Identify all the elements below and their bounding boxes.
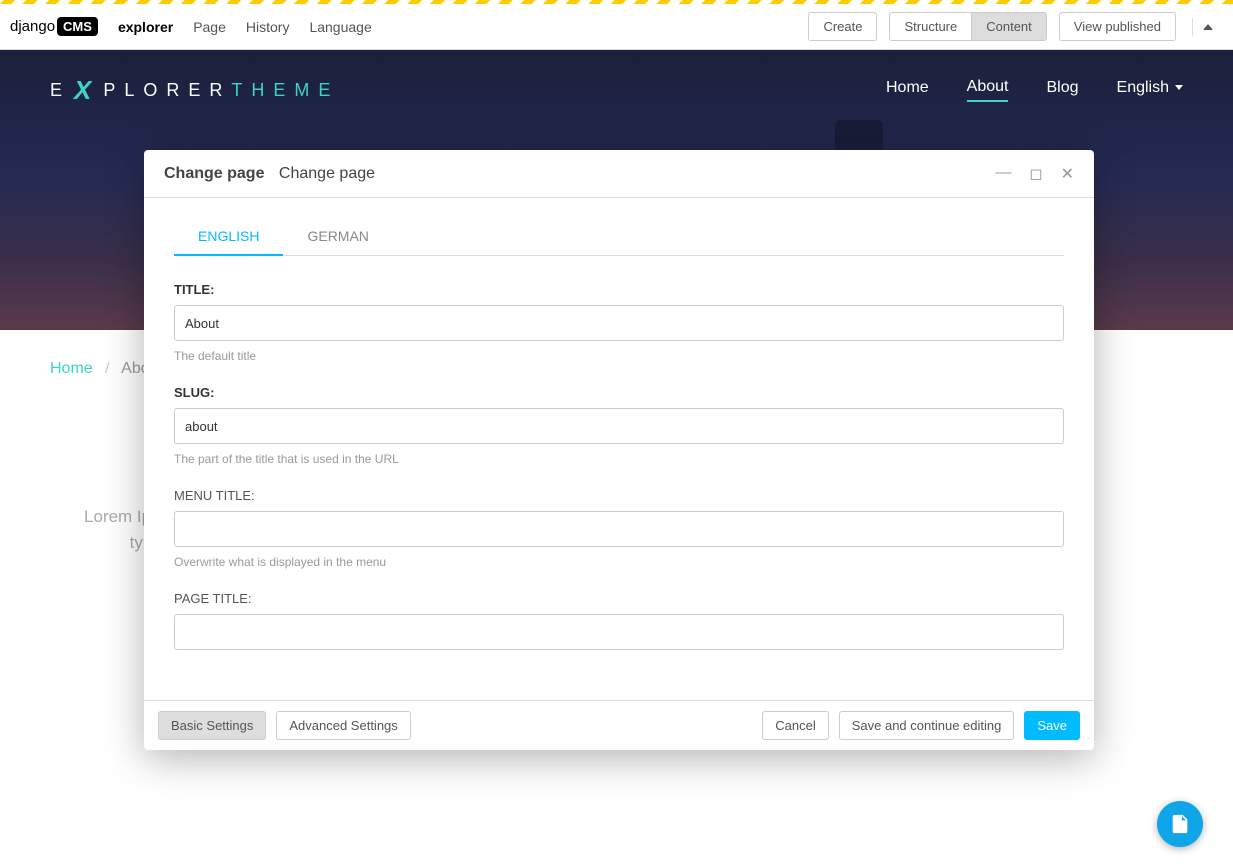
menu-title-label: Menu Title:: [174, 488, 1064, 503]
slug-help: The part of the title that is used in th…: [174, 452, 1064, 466]
resize-handle[interactable]: ⋰: [1080, 740, 1090, 746]
help-fab[interactable]: [1157, 801, 1203, 847]
page-title-input[interactable]: [174, 614, 1064, 650]
cms-toolbar: django CMS explorer Page History Languag…: [0, 4, 1233, 50]
toolbar-collapse-button[interactable]: [1192, 18, 1223, 36]
cms-menu-page[interactable]: Page: [193, 19, 226, 35]
title-input[interactable]: [174, 305, 1064, 341]
slug-label: Slug:: [174, 385, 1064, 400]
breadcrumb-home[interactable]: Home: [50, 360, 93, 377]
save-button[interactable]: Save: [1024, 711, 1080, 740]
modal-body: English German Title: The default title …: [144, 198, 1094, 700]
cms-logo-text: django: [10, 18, 55, 35]
page-title-label: Page Title:: [174, 591, 1064, 606]
save-continue-button[interactable]: Save and continue editing: [839, 711, 1015, 740]
view-published-button[interactable]: View published: [1059, 12, 1176, 41]
structure-button[interactable]: Structure: [889, 12, 972, 41]
nav-home[interactable]: Home: [886, 79, 929, 101]
nav-about[interactable]: About: [967, 78, 1009, 102]
cms-menu-explorer[interactable]: explorer: [118, 19, 173, 35]
maximize-icon[interactable]: ◻: [1029, 164, 1042, 184]
breadcrumb-sep: /: [105, 360, 109, 377]
title-label: Title:: [174, 282, 1064, 297]
site-nav: Home About Blog English: [886, 78, 1183, 102]
modal-title: Change page Change page: [164, 165, 375, 183]
chevron-down-icon: [1175, 85, 1183, 90]
field-menu-title: Menu Title: Overwrite what is displayed …: [174, 488, 1064, 569]
modal-header[interactable]: Change page Change page — ◻ ✕: [144, 150, 1094, 198]
cms-menu-language[interactable]: Language: [309, 19, 371, 35]
cms-menu-history[interactable]: History: [246, 19, 290, 35]
cms-logo[interactable]: django CMS: [10, 17, 98, 36]
cms-menu: explorer Page History Language: [118, 19, 372, 35]
tab-english[interactable]: English: [174, 218, 283, 256]
content-button[interactable]: Content: [972, 12, 1047, 41]
field-page-title: Page Title:: [174, 591, 1064, 650]
logo-part-e: E: [50, 80, 71, 101]
cancel-button[interactable]: Cancel: [762, 711, 828, 740]
slug-input[interactable]: [174, 408, 1064, 444]
menu-title-help: Overwrite what is displayed in the menu: [174, 555, 1064, 569]
create-button[interactable]: Create: [808, 12, 877, 41]
cms-logo-badge: CMS: [57, 17, 98, 36]
language-tabs: English German: [174, 218, 1064, 256]
menu-title-input[interactable]: [174, 511, 1064, 547]
modal-title-bold: Change page: [164, 165, 264, 182]
nav-language-label: English: [1117, 79, 1169, 96]
nav-language[interactable]: English: [1117, 79, 1183, 101]
nav-blog[interactable]: Blog: [1046, 79, 1078, 101]
field-slug: Slug: The part of the title that is used…: [174, 385, 1064, 466]
caret-up-icon: [1203, 24, 1213, 30]
modal-title-sub: Change page: [279, 165, 375, 182]
advanced-settings-button[interactable]: Advanced Settings: [276, 711, 410, 740]
logo-part-plorer: PLORER: [103, 80, 231, 101]
document-icon: [1169, 813, 1191, 835]
logo-x-icon: X: [74, 75, 100, 106]
title-help: The default title: [174, 349, 1064, 363]
site-header: E X PLORER THEME Home About Blog English: [0, 50, 1233, 130]
field-title: Title: The default title: [174, 282, 1064, 363]
close-icon[interactable]: ✕: [1061, 164, 1074, 184]
modal-window-controls: — ◻ ✕: [995, 164, 1074, 184]
change-page-modal: Change page Change page — ◻ ✕ English Ge…: [144, 150, 1094, 750]
basic-settings-button[interactable]: Basic Settings: [158, 711, 266, 740]
cms-right-controls: Create Structure Content View published: [808, 12, 1223, 41]
modal-footer: Basic Settings Advanced Settings Cancel …: [144, 700, 1094, 750]
minimize-icon[interactable]: —: [995, 164, 1011, 184]
site-logo[interactable]: E X PLORER THEME: [50, 75, 339, 106]
tab-german[interactable]: German: [283, 218, 392, 255]
logo-part-theme: THEME: [231, 80, 339, 101]
